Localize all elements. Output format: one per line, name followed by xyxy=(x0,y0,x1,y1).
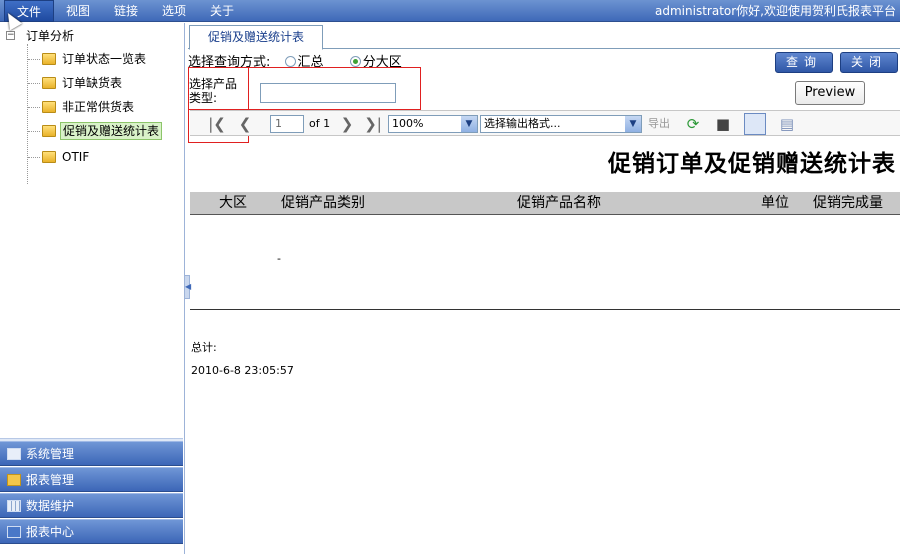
col-completed-qty: 促销完成量 xyxy=(813,195,883,211)
radio-region[interactable] xyxy=(349,56,361,67)
page-count-label: of 1 xyxy=(309,117,331,130)
export-format-select[interactable]: 选择输出格式... ▼ xyxy=(480,115,642,133)
email-report-icon[interactable] xyxy=(744,113,766,135)
radio-summary[interactable] xyxy=(284,56,296,67)
report-folder-icon xyxy=(42,125,56,137)
main-area: 促销及赠送统计表 选择查询方式: 汇总 分大区 查询 关闭 Preview 选择… xyxy=(188,23,900,554)
search-button[interactable]: 查询 xyxy=(775,52,833,73)
menu-about[interactable]: 关于 xyxy=(202,0,242,22)
panel-label: 系统管理 xyxy=(26,447,75,461)
col-region: 大区 xyxy=(219,195,247,211)
id-card-icon xyxy=(7,448,21,460)
layout-icon[interactable]: ▤ xyxy=(778,115,796,133)
zoom-select[interactable]: 100% ▼ xyxy=(388,115,478,133)
panel-data-maintenance[interactable]: 数据维护 xyxy=(0,493,183,518)
tree-connector xyxy=(28,157,40,158)
menu-options[interactable]: 选项 xyxy=(154,0,194,22)
chevron-down-icon: ▼ xyxy=(625,116,641,132)
report-toolbar: |❮ ❮ 1 of 1 ❯ ❯| 100% ▼ 选择输出格式... ▼ 导出 ⟳… xyxy=(190,110,900,136)
tree-connector xyxy=(28,59,40,60)
tree-node-label[interactable]: 非正常供货表 xyxy=(60,98,136,116)
sidebar: − 订单分析 订单状态一览表 订单缺货表 非正常供货表 促销及赠送统计表 OTI… xyxy=(0,23,185,554)
panel-report-center[interactable]: 报表中心 xyxy=(0,519,183,544)
report-timestamp: 2010-6-8 23:05:57 xyxy=(191,364,294,377)
total-label: 总计: xyxy=(191,341,217,354)
col-product-name: 促销产品名称 xyxy=(517,195,601,211)
grid-icon xyxy=(7,500,21,512)
zoom-value: 100% xyxy=(392,117,424,130)
next-page-icon[interactable]: ❯ xyxy=(338,115,356,133)
report-column-header: 大区 促销产品类别 促销产品名称 单位 促销完成量 xyxy=(190,192,900,215)
panel-label: 报表管理 xyxy=(26,473,75,487)
prev-page-icon[interactable]: ❮ xyxy=(236,115,254,133)
last-page-icon[interactable]: ❯| xyxy=(364,115,382,133)
tree-node-label[interactable]: OTIF xyxy=(60,148,91,166)
tree-connector xyxy=(28,107,40,108)
print-icon[interactable]: ■ xyxy=(714,115,732,133)
cell-value: - xyxy=(277,252,281,265)
export-button[interactable]: 导出 xyxy=(648,111,670,137)
chevron-down-icon: ▼ xyxy=(461,116,477,132)
preview-button[interactable]: Preview xyxy=(795,81,865,105)
report-divider xyxy=(190,309,900,310)
col-product-category: 促销产品类别 xyxy=(281,195,365,211)
report-folder-icon xyxy=(42,77,56,89)
tab-bar: 促销及赠送统计表 xyxy=(188,25,900,50)
collapse-toggle-icon[interactable]: − xyxy=(6,31,15,40)
report-folder-icon xyxy=(42,53,56,65)
panel-report-management[interactable]: 报表管理 xyxy=(0,467,183,492)
tree-root-label[interactable]: 订单分析 xyxy=(26,28,74,44)
refresh-icon[interactable]: ⟳ xyxy=(684,115,702,133)
panel-label: 报表中心 xyxy=(26,525,75,539)
tree-node-label-selected[interactable]: 促销及赠送统计表 xyxy=(60,122,163,140)
tree-node-label[interactable]: 订单缺货表 xyxy=(60,74,124,92)
report-tree: − 订单分析 订单状态一览表 订单缺货表 非正常供货表 促销及赠送统计表 OTI… xyxy=(0,23,183,438)
tree-connector xyxy=(28,131,40,132)
star-icon xyxy=(7,526,21,538)
folder-icon xyxy=(7,474,21,486)
tree-node-label[interactable]: 订单状态一览表 xyxy=(60,50,148,68)
panel-label: 数据维护 xyxy=(26,499,75,513)
col-unit: 单位 xyxy=(761,195,789,211)
menu-links[interactable]: 链接 xyxy=(106,0,146,22)
menu-bar: 文件 视图 链接 选项 关于 administrator你好,欢迎使用贺利氏报表… xyxy=(0,0,900,22)
panel-system-management[interactable]: 系统管理 xyxy=(0,441,183,466)
page-number-input[interactable]: 1 xyxy=(270,115,304,133)
report-folder-icon xyxy=(42,101,56,113)
tree-connector xyxy=(27,44,28,184)
export-format-value: 选择输出格式... xyxy=(484,117,561,130)
tab-promotion-stats[interactable]: 促销及赠送统计表 xyxy=(189,25,323,50)
close-button[interactable]: 关闭 xyxy=(840,52,898,73)
report-folder-icon xyxy=(42,151,56,163)
tree-connector xyxy=(28,83,40,84)
menu-view[interactable]: 视图 xyxy=(58,0,98,22)
first-page-icon[interactable]: |❮ xyxy=(208,115,226,133)
report-title: 促销订单及促销赠送统计表 xyxy=(608,151,896,177)
welcome-text: administrator你好,欢迎使用贺利氏报表平台 xyxy=(655,4,896,18)
